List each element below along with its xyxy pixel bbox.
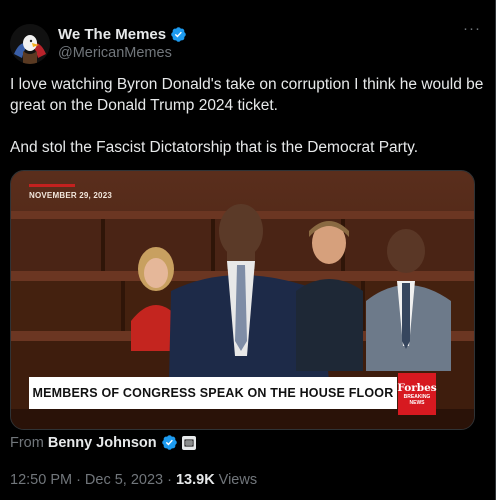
- tweet-time[interactable]: 12:50 PM: [10, 472, 72, 488]
- display-name[interactable]: We The Memes: [58, 26, 166, 43]
- attribution-name[interactable]: Benny Johnson: [48, 435, 157, 451]
- tweet-text: I love watching Byron Donald's take on c…: [10, 74, 484, 158]
- network-logo: Forbes BREAKING NEWS: [397, 373, 437, 415]
- from-label: From: [10, 434, 44, 451]
- tweet-paragraph-2: And stol the Fascist Dictatorship that i…: [10, 139, 419, 156]
- date-tag: NOVEMBER 29, 2023: [29, 191, 112, 200]
- views-label: Views: [218, 472, 258, 488]
- tweet-header: We The Memes @MericanMemes ···: [10, 21, 484, 66]
- verified-badge-icon: [161, 434, 178, 451]
- verified-badge-icon[interactable]: [170, 26, 187, 43]
- video-media[interactable]: NOVEMBER 29, 2023 MEMBERS OF CONGRESS SP…: [10, 170, 475, 430]
- meta-separator: ·: [167, 472, 172, 488]
- tweet-meta: 12:50 PM · Dec 5, 2023 · 13.9K Views: [10, 472, 257, 488]
- more-options-icon[interactable]: ···: [460, 21, 484, 42]
- author-names: We The Memes @MericanMemes: [58, 24, 187, 61]
- lower-third-caption: MEMBERS OF CONGRESS SPEAK ON THE HOUSE F…: [29, 377, 397, 409]
- video-attribution: From Benny Johnson: [10, 434, 196, 451]
- breaking-news-label: BREAKING NEWS: [403, 394, 431, 406]
- tweet-date[interactable]: Dec 5, 2023: [85, 472, 163, 488]
- affiliate-badge-icon: [181, 435, 196, 450]
- meta-separator: ·: [76, 472, 81, 488]
- tweet-paragraph-1: I love watching Byron Donald's take on c…: [10, 76, 484, 114]
- author-handle[interactable]: @MericanMemes: [58, 45, 187, 61]
- lower-third-text: MEMBERS OF CONGRESS SPEAK ON THE HOUSE F…: [32, 386, 394, 400]
- forbes-logo: Forbes: [397, 382, 437, 394]
- eagle-avatar-icon: [10, 24, 50, 64]
- date-bar: [29, 184, 75, 187]
- avatar[interactable]: [10, 24, 50, 64]
- views-count: 13.9K: [175, 472, 215, 488]
